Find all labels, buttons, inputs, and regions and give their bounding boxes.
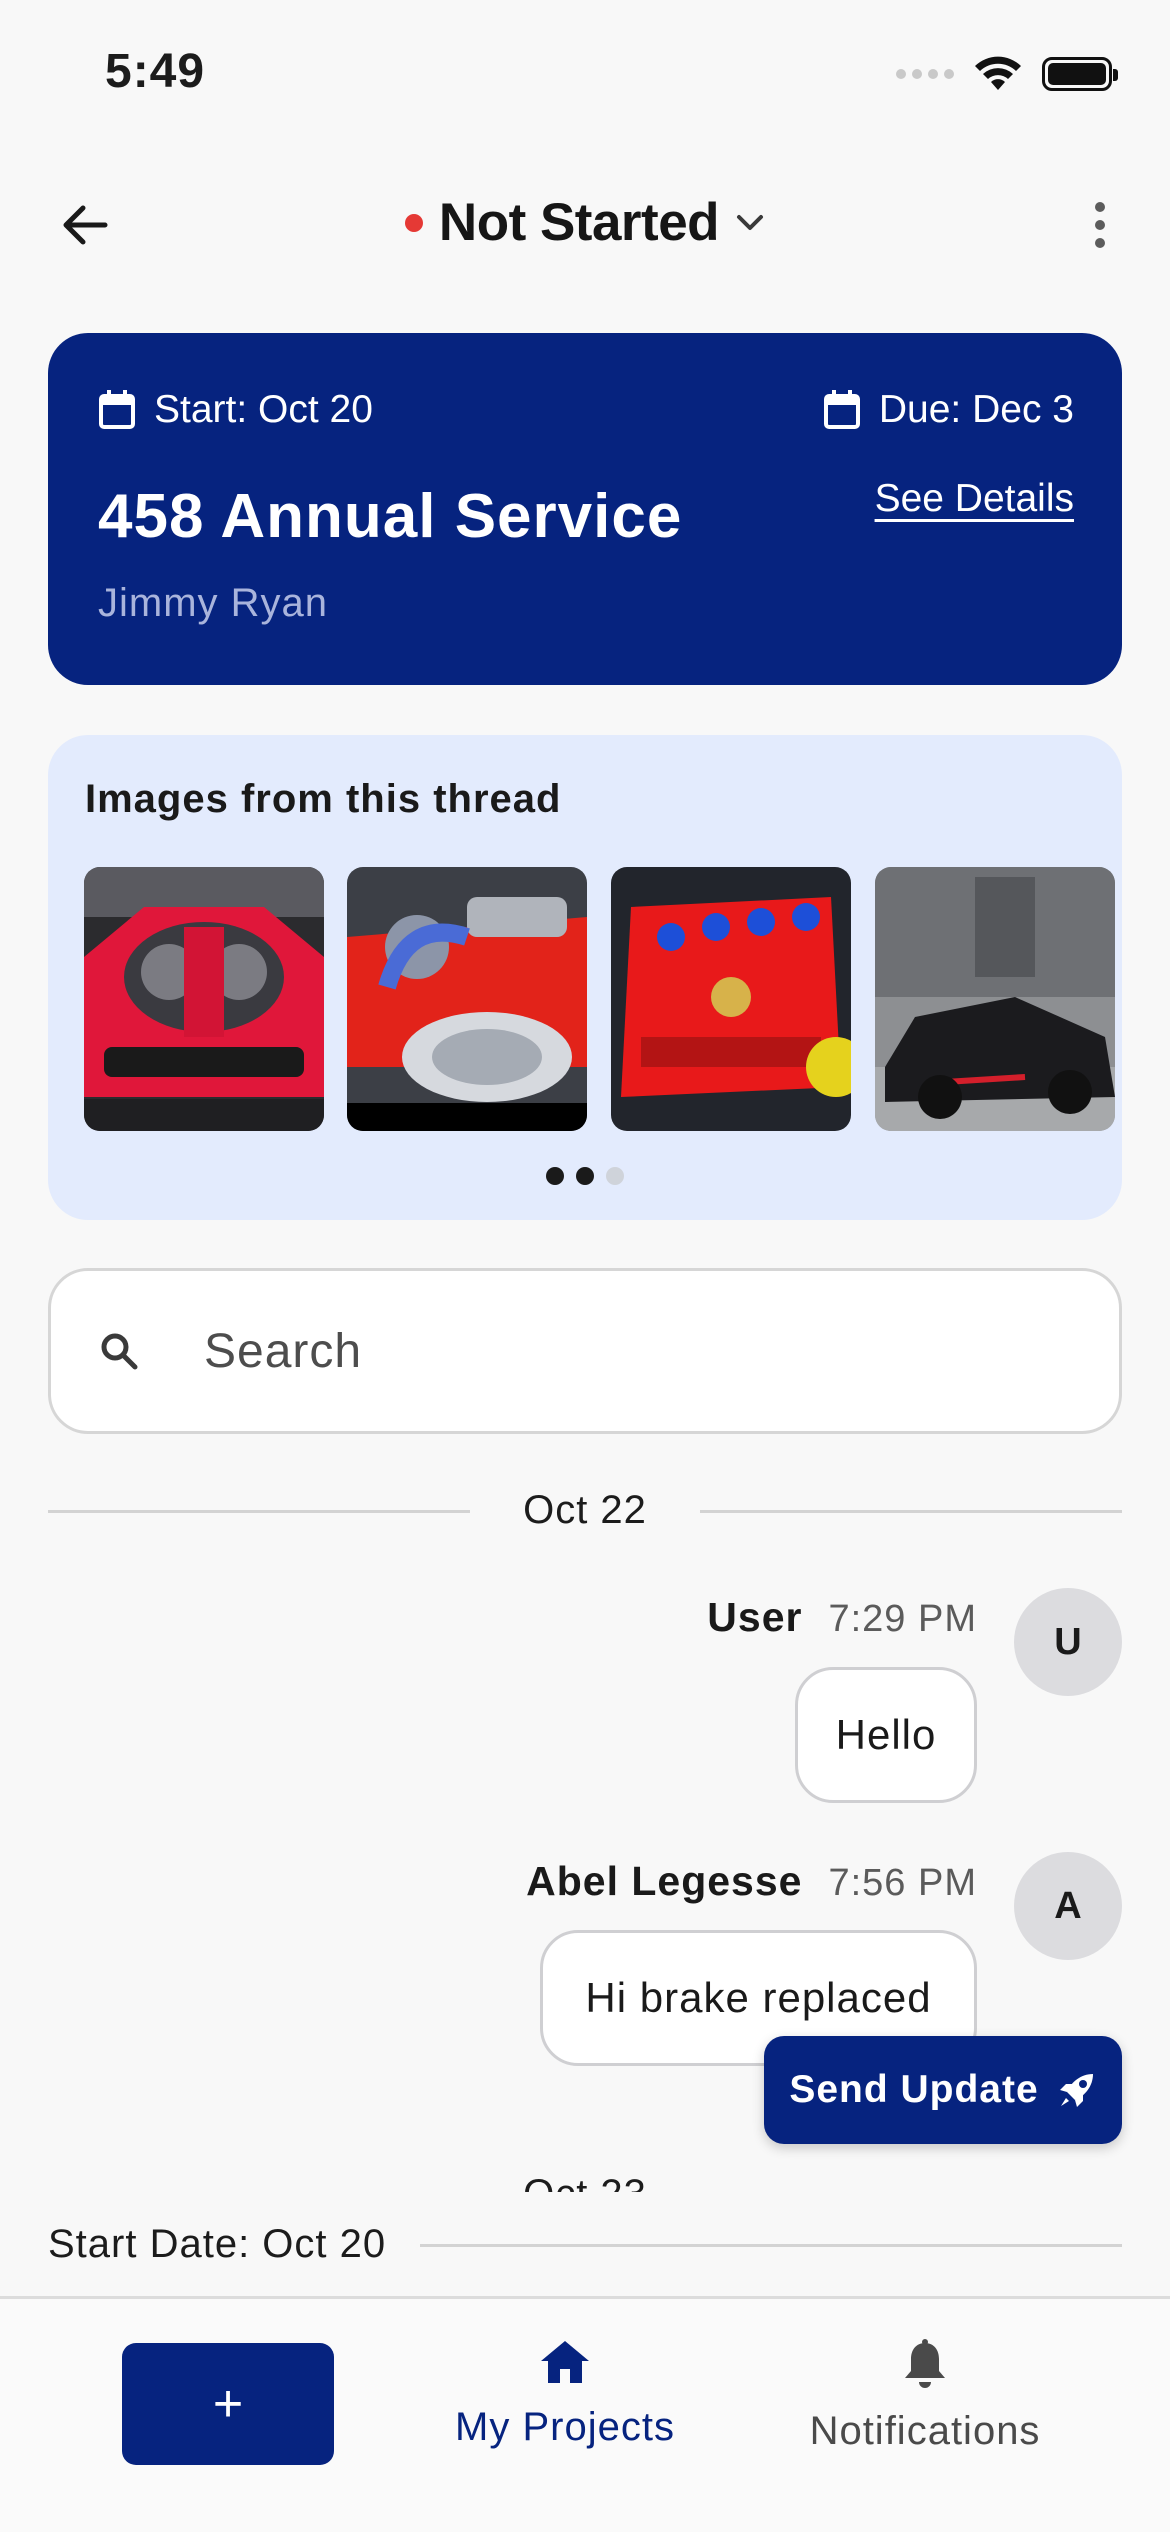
avatar[interactable]: A: [1014, 1852, 1122, 1960]
avatar[interactable]: U: [1014, 1588, 1122, 1696]
status-bar-icons: [896, 52, 1118, 96]
chevron-down-icon: [737, 214, 764, 230]
home-icon: [541, 2341, 589, 2383]
due-date: Due: Dec 3: [823, 388, 1074, 432]
message-time: 7:56 PM: [828, 1862, 977, 1904]
start-date-text: Start: Oct 20: [154, 388, 373, 431]
bell-icon: [905, 2339, 945, 2388]
thread-image-1[interactable]: [84, 867, 324, 1131]
add-project-button[interactable]: +: [122, 2343, 334, 2465]
carousel-dot[interactable]: [546, 1167, 564, 1185]
message-time: 7:29 PM: [828, 1598, 977, 1640]
status-indicator-dot: [404, 213, 423, 232]
project-title: 458 Annual Service: [98, 482, 683, 551]
nav-my-projects[interactable]: My Projects: [440, 2339, 690, 2450]
start-date: Start: Oct 20: [98, 388, 373, 432]
message-header: User 7:29 PM: [707, 1594, 977, 1641]
nav-label: My Projects: [455, 2405, 675, 2449]
due-date-text: Due: Dec 3: [878, 388, 1074, 431]
bottom-navigation: + My Projects Notifications: [0, 2296, 1170, 2532]
carousel-dot[interactable]: [576, 1167, 594, 1185]
images-section-title: Images from this thread: [85, 777, 562, 821]
carousel-pagination: [48, 1167, 1122, 1185]
search-icon: [101, 1333, 138, 1370]
cellular-signal-icon: [896, 69, 954, 79]
search-input[interactable]: [204, 1301, 1064, 1401]
thread-images-panel: Images from this thread: [48, 735, 1122, 1220]
send-update-button[interactable]: Send Update: [764, 2036, 1122, 2144]
message-bubble[interactable]: Hello: [795, 1667, 977, 1803]
nav-label: Notifications: [809, 2409, 1041, 2453]
message-author: User: [707, 1594, 803, 1640]
see-details-link[interactable]: See Details: [875, 477, 1074, 521]
rocket-icon: [1059, 2074, 1093, 2107]
date-divider-label: Oct 23: [0, 2170, 1170, 2192]
message-author: Abel Legesse: [526, 1858, 803, 1904]
wifi-icon: [975, 56, 1021, 90]
footer-divider-line: [420, 2244, 1122, 2247]
nav-notifications[interactable]: Notifications: [790, 2339, 1060, 2454]
search-bar[interactable]: [48, 1268, 1122, 1434]
project-status-dropdown[interactable]: Not Started: [0, 192, 1170, 253]
page-title: Not Started: [438, 193, 720, 252]
thread-image-3[interactable]: [611, 867, 851, 1131]
send-update-label: Send Update: [789, 2068, 1039, 2111]
date-divider-line: [700, 1510, 1122, 1513]
more-vertical-icon: [1095, 202, 1105, 212]
customer-name: Jimmy Ryan: [98, 581, 329, 625]
date-divider-line: [48, 1510, 470, 1513]
battery-icon: [1042, 57, 1118, 91]
project-card: Start: Oct 20 Due: Dec 3 458 Annual Serv…: [48, 333, 1122, 685]
calendar-icon: [99, 390, 135, 429]
footer-start-date: Start Date: Oct 20: [48, 2222, 387, 2266]
date-divider-label: Oct 22: [523, 1488, 647, 1532]
thread-image-2[interactable]: [347, 867, 587, 1131]
calendar-icon: [823, 390, 860, 429]
status-bar-time: 5:49: [105, 45, 206, 98]
more-options-button[interactable]: [1070, 190, 1130, 260]
message-header: Abel Legesse 7:56 PM: [526, 1858, 977, 1905]
thread-image-4[interactable]: [875, 867, 1115, 1131]
carousel-dot[interactable]: [606, 1167, 624, 1185]
